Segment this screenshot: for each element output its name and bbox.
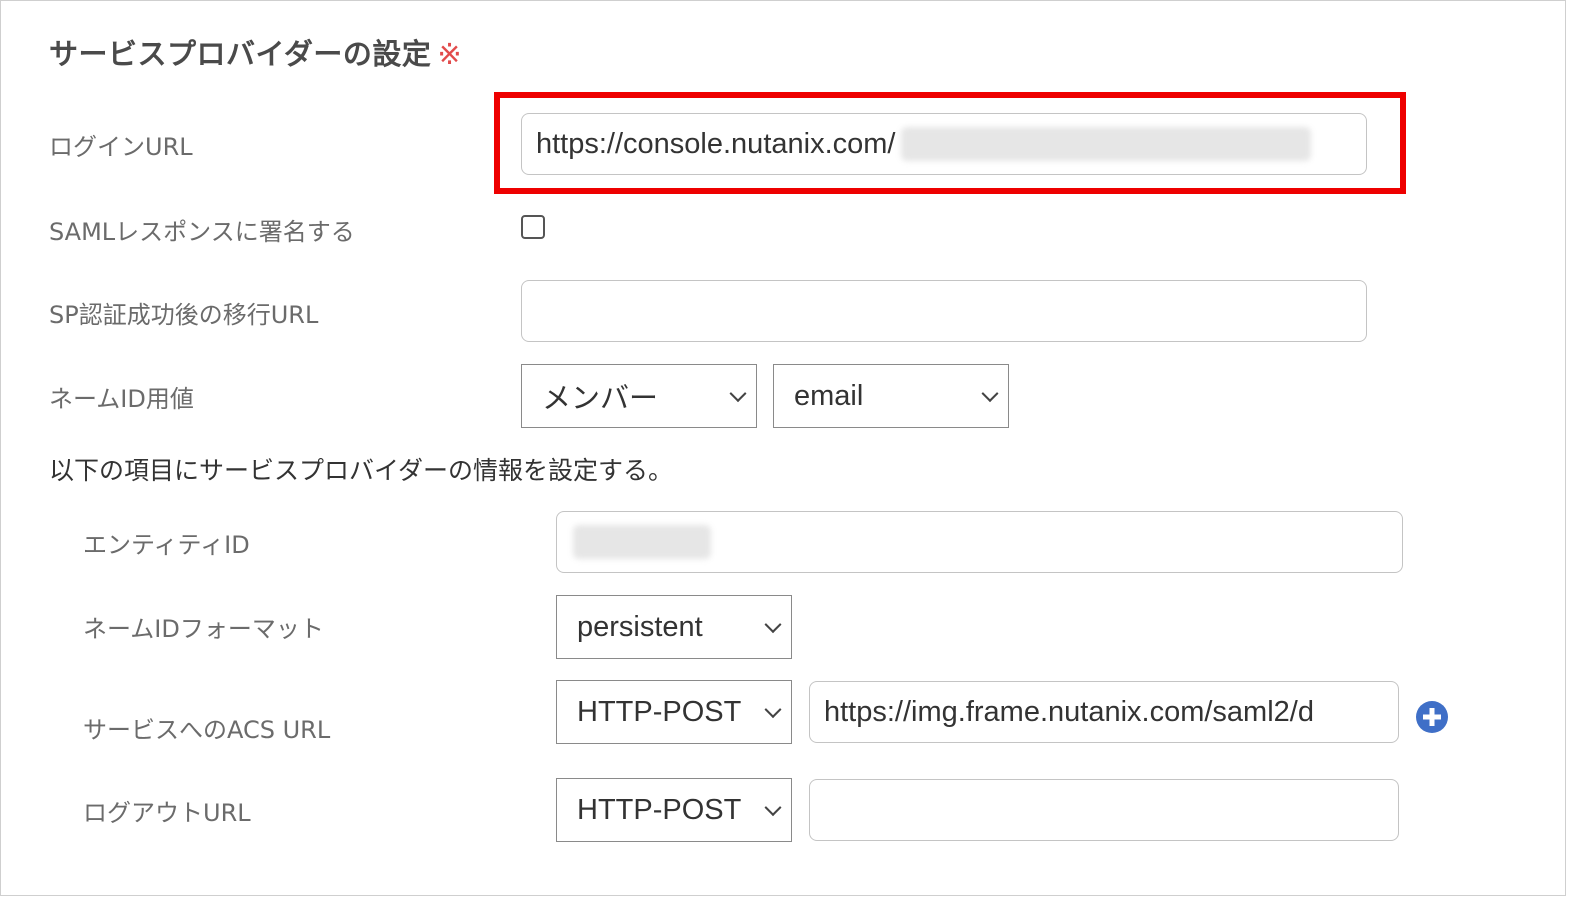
settings-panel: サービスプロバイダーの設定 ※ ログインURL https://console.n…: [0, 0, 1566, 896]
plus-circle-icon[interactable]: [1416, 701, 1448, 733]
entity-id-input[interactable]: [556, 511, 1403, 573]
chevron-down-icon: [729, 385, 747, 403]
section-title-text: サービスプロバイダーの設定: [49, 37, 432, 71]
chevron-down-icon: [981, 385, 999, 403]
acs-binding-select[interactable]: HTTP-POST: [556, 680, 792, 744]
redacted-value: [573, 525, 711, 559]
name-id-source-select[interactable]: メンバー: [521, 364, 757, 428]
name-id-label: ネームID用値: [49, 385, 194, 413]
highlight-box: [494, 92, 1406, 194]
acs-url-value: https://img.frame.nutanix.com/saml2/d: [824, 695, 1314, 728]
redirect-url-label: SP認証成功後の移行URL: [49, 301, 319, 329]
name-id-format-label: ネームIDフォーマット: [83, 615, 324, 643]
section-title: サービスプロバイダーの設定 ※: [49, 31, 462, 73]
redirect-url-input[interactable]: [521, 280, 1367, 342]
logout-url-input[interactable]: [809, 779, 1399, 841]
acs-binding-value: HTTP-POST: [577, 695, 742, 728]
required-mark: ※: [437, 37, 463, 71]
chevron-down-icon: [764, 701, 782, 719]
chevron-down-icon: [764, 616, 782, 634]
sign-saml-label: SAMLレスポンスに署名する: [49, 218, 355, 246]
login-url-label: ログインURL: [49, 133, 193, 161]
sp-info-description: 以下の項目にサービスプロバイダーの情報を設定する。: [49, 456, 674, 485]
logout-binding-select[interactable]: HTTP-POST: [556, 778, 792, 842]
chevron-down-icon: [764, 799, 782, 817]
name-id-attribute-value: email: [794, 379, 864, 412]
name-id-source-value: メンバー: [542, 383, 659, 415]
sign-saml-checkbox[interactable]: [521, 215, 545, 239]
name-id-format-select[interactable]: persistent: [556, 595, 792, 659]
logout-binding-value: HTTP-POST: [577, 793, 742, 826]
entity-id-label: エンティティID: [83, 531, 250, 559]
acs-url-input[interactable]: https://img.frame.nutanix.com/saml2/d: [809, 681, 1399, 743]
name-id-attribute-select[interactable]: email: [773, 364, 1009, 428]
name-id-format-value: persistent: [577, 610, 703, 643]
logout-url-label: ログアウトURL: [83, 799, 251, 827]
acs-url-label: サービスへのACS URL: [83, 716, 331, 744]
